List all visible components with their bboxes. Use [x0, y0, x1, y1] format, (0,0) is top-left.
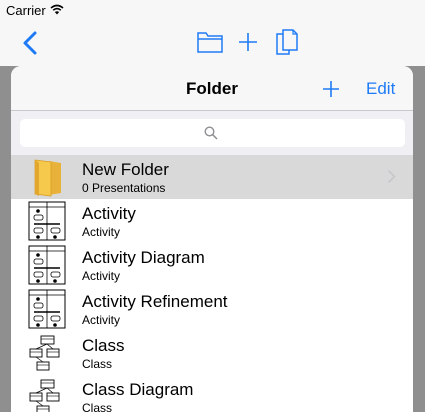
folder-popover: Folder Edit New Folder 0 Presentations A…: [11, 66, 413, 412]
class-diagram-icon: [29, 335, 60, 371]
list-item-activity-diagram[interactable]: Activity Diagram Activity: [11, 243, 413, 287]
list-item-title: New Folder: [82, 160, 169, 179]
class-diagram-icon: [29, 379, 60, 412]
folder-icon: [34, 159, 61, 197]
list-item-subtitle: Activity: [82, 313, 121, 327]
copy-button[interactable]: [275, 28, 299, 56]
status-bar: Carrier: [0, 0, 425, 20]
wifi-icon: [50, 4, 64, 15]
add-folder-button[interactable]: [322, 80, 340, 98]
search-input[interactable]: [20, 119, 405, 147]
list-item-title: Class: [82, 336, 125, 355]
list-item-title: Class Diagram: [82, 380, 194, 399]
presentation-list: New Folder 0 Presentations Activity Acti…: [11, 155, 413, 412]
list-item-subtitle: Class: [82, 357, 113, 371]
activity-diagram-icon: [28, 201, 66, 241]
activity-diagram-icon: [28, 245, 66, 285]
activity-diagram-icon: [28, 289, 66, 329]
back-button[interactable]: [18, 30, 42, 56]
carrier-label: Carrier: [6, 3, 46, 18]
list-item-new-folder[interactable]: New Folder 0 Presentations: [11, 155, 413, 199]
search-bar: [11, 111, 413, 155]
list-item-class-diagram[interactable]: Class Diagram Class: [11, 375, 413, 412]
list-item-class[interactable]: Class Class: [11, 331, 413, 375]
list-item-title: Activity: [82, 204, 136, 223]
popover-title: Folder: [186, 79, 238, 98]
chevron-right-icon: [387, 169, 396, 184]
folder-button[interactable]: [196, 30, 224, 54]
list-item-title: Activity Refinement: [82, 292, 228, 311]
edit-button[interactable]: Edit: [366, 79, 395, 99]
list-item-activity[interactable]: Activity Activity: [11, 199, 413, 243]
list-item-subtitle: Class: [82, 401, 113, 412]
list-item-subtitle: Activity: [82, 225, 121, 239]
list-item-subtitle: 0 Presentations: [82, 181, 166, 195]
list-item-subtitle: Activity: [82, 269, 121, 283]
search-field[interactable]: [20, 119, 405, 147]
list-item-activity-refinement[interactable]: Activity Refinement Activity: [11, 287, 413, 331]
popover-header: Folder Edit: [11, 66, 413, 111]
add-button[interactable]: [237, 31, 259, 53]
list-item-title: Activity Diagram: [82, 248, 205, 267]
